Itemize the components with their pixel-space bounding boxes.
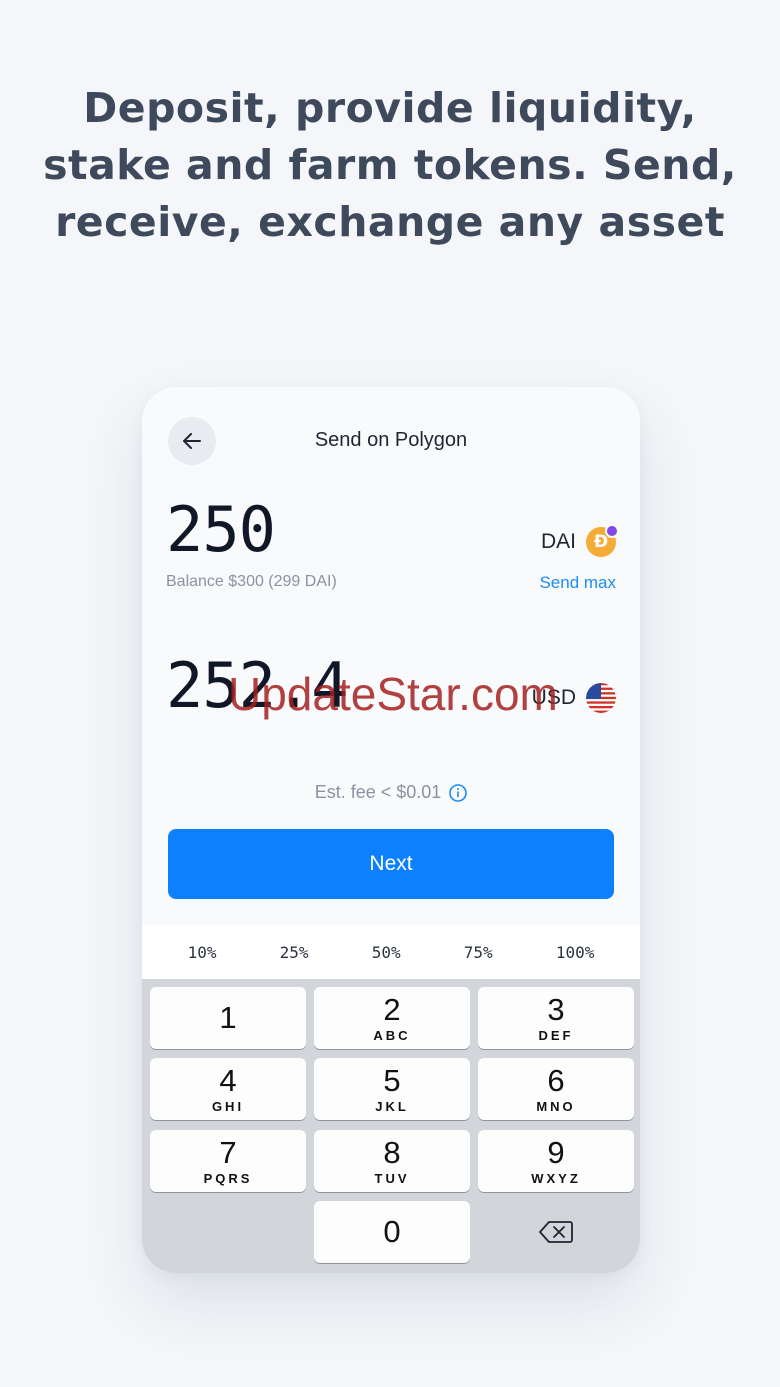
balance-text: Balance $300 (299 DAI) [166,573,337,590]
key-9[interactable]: 9 WXYZ [478,1130,634,1192]
key-7[interactable]: 7 PQRS [150,1130,306,1192]
key-letters: GHI [211,1098,245,1114]
delete-key[interactable] [478,1201,634,1263]
numeric-keypad: 1 2 ABC 3 DEF 4 GHI 5 JKL 6 MNO 7 PQRS 8… [142,979,640,1273]
key-digit: 6 [547,1062,565,1098]
backspace-icon [539,1221,573,1243]
key-5[interactable]: 5 JKL [314,1058,470,1120]
key-letters: JKL [375,1098,409,1114]
currency-label: DAI [540,530,576,553]
key-digit: 7 [219,1134,237,1170]
key-6[interactable]: 6 MNO [478,1058,634,1120]
key-digit: 1 [219,1000,237,1035]
key-letters: ABC [373,1027,411,1043]
send-card: Send on Polygon 250 DAI Đ Balance $300 (… [142,387,640,1273]
key-digit: 2 [383,991,401,1027]
key-digit: 3 [547,991,565,1027]
headline-line-3: receive, exchange any asset [55,198,725,246]
percent-100-button[interactable]: 100% [556,943,595,962]
key-4[interactable]: 4 GHI [150,1058,306,1120]
percent-row: 10% 25% 50% 75% 100% [142,925,640,979]
headline: Deposit, provide liquidity, stake and fa… [0,80,780,251]
key-letters: DEF [538,1027,574,1043]
key-2[interactable]: 2 ABC [314,987,470,1049]
key-letters: TUV [374,1170,410,1186]
send-max-link[interactable]: Send max [539,573,616,593]
percent-25-button[interactable]: 25% [280,943,309,962]
key-digit: 9 [547,1134,565,1170]
key-1[interactable]: 1 [150,987,306,1049]
us-flag-icon [586,683,616,713]
percent-10-button[interactable]: 10% [188,943,217,962]
dai-coin-icon: Đ [586,524,619,557]
key-letters: PQRS [203,1170,253,1186]
key-letters: WXYZ [531,1170,581,1186]
headline-line-2: stake and farm tokens. Send, [43,141,737,189]
key-digit: 8 [383,1134,401,1170]
fee-row: Est. fee < $0.01 [142,782,640,803]
key-digit: 4 [219,1062,237,1098]
percent-50-button[interactable]: 50% [372,943,401,962]
key-0[interactable]: 0 [314,1201,470,1263]
next-button[interactable]: Next [168,829,614,899]
key-digit: 5 [383,1062,401,1098]
watermark: UpdateStar.com [228,668,558,720]
page-title: Send on Polygon [314,429,468,451]
key-3[interactable]: 3 DEF [478,987,634,1049]
send-amount-input[interactable]: 250 [166,493,276,566]
headline-line-1: Deposit, provide liquidity, [83,84,697,132]
currency-selector-dai[interactable]: DAI Đ [540,524,619,557]
polygon-badge-icon [605,524,619,538]
key-digit: 0 [383,1214,401,1249]
info-icon[interactable] [449,783,468,802]
percent-75-button[interactable]: 75% [464,943,493,962]
fee-label: Est. fee < $0.01 [314,782,442,802]
key-8[interactable]: 8 TUV [314,1130,470,1192]
key-letters: MNO [536,1098,576,1114]
